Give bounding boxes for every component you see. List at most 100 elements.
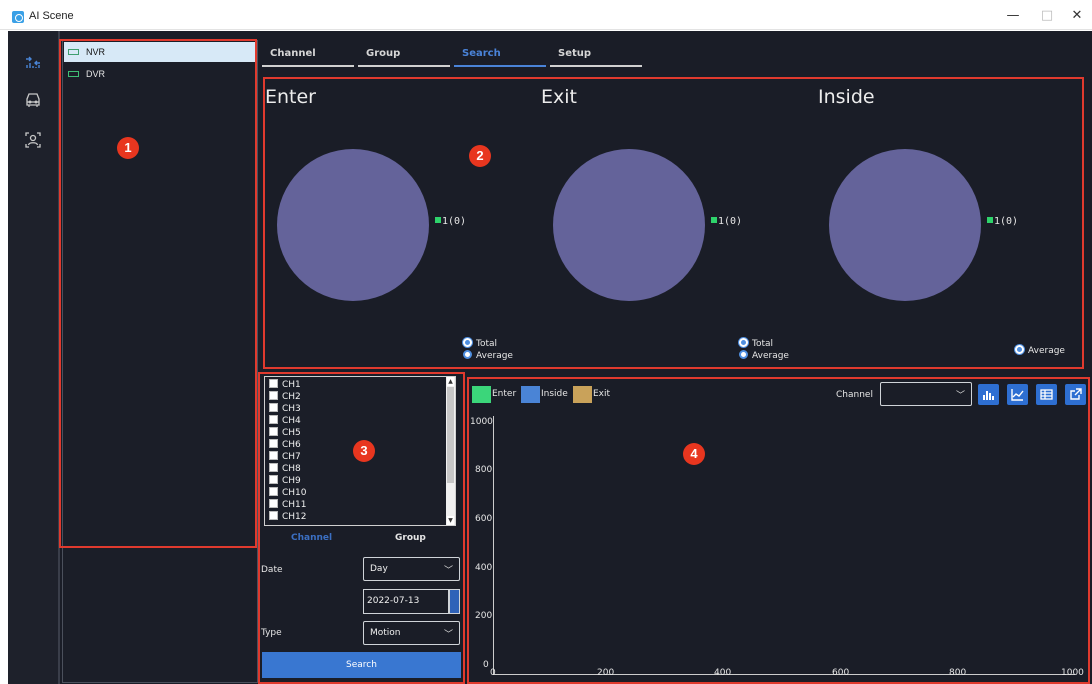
export-button[interactable] <box>1065 384 1086 405</box>
date-mode-select[interactable]: Day ﹀ <box>363 557 460 581</box>
channel-item[interactable]: CH7 <box>269 451 301 463</box>
y-tick: 400 <box>475 563 493 573</box>
stats-title-inside: Inside <box>818 86 875 108</box>
device-item-dvr[interactable]: DVR <box>64 64 256 84</box>
marker-2: 2 <box>469 145 491 167</box>
minimize-button[interactable]: — <box>1004 8 1022 24</box>
y-tick: 200 <box>475 611 493 621</box>
search-button[interactable]: Search <box>262 652 461 678</box>
y-tick: 800 <box>475 465 493 475</box>
app-logo-icon <box>12 11 24 23</box>
chevron-down-icon: ﹀ <box>955 391 965 401</box>
channel-item[interactable]: CH12 <box>269 511 307 523</box>
main-tabs: Channel Group Search Setup <box>262 45 642 67</box>
chart-legend-exit: Exit <box>573 386 610 403</box>
tab-setup[interactable]: Setup <box>550 45 642 67</box>
device-tree: NVR DVR <box>62 40 258 683</box>
y-tick: 1000 <box>470 417 493 427</box>
chart-channel-label: Channel <box>836 390 873 400</box>
device-label: DVR <box>86 69 106 79</box>
left-icon-bar <box>8 31 58 684</box>
date-input[interactable]: 2022-07-13 <box>363 589 449 614</box>
bar-chart-button[interactable] <box>978 384 999 405</box>
x-tick: 200 <box>597 668 615 678</box>
chart-x-axis <box>493 674 1075 675</box>
date-label: Date <box>261 565 283 575</box>
left-separator <box>58 31 60 684</box>
pie-legend-exit: 1(0) <box>711 216 742 227</box>
recorder-icon <box>68 71 79 77</box>
highlight-box-4 <box>467 377 1090 684</box>
pie-chart-inside <box>829 149 981 301</box>
type-value: Motion <box>370 628 401 638</box>
x-tick: 800 <box>949 668 967 678</box>
table-button[interactable] <box>1036 384 1057 405</box>
line-chart-button[interactable] <box>1007 384 1028 405</box>
tab-search[interactable]: Search <box>454 45 546 67</box>
channel-item[interactable]: CH4 <box>269 415 301 427</box>
marker-3: 3 <box>353 440 375 462</box>
x-tick: 600 <box>832 668 850 678</box>
marker-1: 1 <box>117 137 139 159</box>
channel-item[interactable]: CH9 <box>269 475 301 487</box>
radio-exit-total[interactable]: Total <box>739 338 773 349</box>
chart-y-axis <box>493 416 494 674</box>
people-count-icon[interactable] <box>24 53 42 71</box>
type-select[interactable]: Motion ﹀ <box>363 621 460 645</box>
export-icon <box>1070 388 1082 400</box>
x-tick: 1000 <box>1061 668 1084 678</box>
window-titlebar: AI Scene — □ ✕ <box>0 0 1092 30</box>
x-tick: 0 <box>490 668 496 678</box>
channel-item[interactable]: CH8 <box>269 463 301 475</box>
date-mode-value: Day <box>370 564 388 574</box>
channel-item[interactable]: CH3 <box>269 403 301 415</box>
app-body: NVR DVR Channel Group Search Setup Enter… <box>8 31 1092 684</box>
chart-channel-select[interactable]: ﹀ <box>880 382 972 406</box>
chart-legend-enter: Enter <box>472 386 516 403</box>
radio-enter-average[interactable]: Average <box>463 350 513 361</box>
scroll-down-icon[interactable]: ▼ <box>447 516 454 525</box>
stats-title-enter: Enter <box>265 86 316 108</box>
radio-enter-total[interactable]: Total <box>463 338 497 349</box>
stats-title-exit: Exit <box>541 86 577 108</box>
pie-legend-enter: 1(0) <box>435 216 466 227</box>
chevron-down-icon: ﹀ <box>443 630 453 640</box>
window-title: AI Scene <box>29 10 74 22</box>
close-button[interactable]: ✕ <box>1068 8 1086 24</box>
scroll-up-icon[interactable]: ▲ <box>447 377 454 386</box>
device-label: NVR <box>86 47 106 57</box>
channel-item[interactable]: CH11 <box>269 499 307 511</box>
channel-item[interactable]: CH1 <box>269 379 301 391</box>
channel-list-scrollbar[interactable]: ▲ ▼ <box>446 377 455 525</box>
pie-chart-enter <box>277 149 429 301</box>
line-chart-icon <box>1011 389 1024 401</box>
table-icon <box>1040 389 1053 400</box>
channel-item[interactable]: CH10 <box>269 487 307 499</box>
tab-group[interactable]: Group <box>358 45 450 67</box>
type-label: Type <box>261 628 282 638</box>
device-item-nvr[interactable]: NVR <box>64 42 256 62</box>
pie-chart-exit <box>553 149 705 301</box>
face-scan-icon[interactable] <box>24 131 42 149</box>
calendar-button[interactable] <box>449 589 460 614</box>
bar-chart-icon <box>983 391 994 400</box>
radio-inside-average[interactable]: Average <box>1015 345 1065 356</box>
chevron-down-icon: ﹀ <box>443 566 453 576</box>
marker-4: 4 <box>683 443 705 465</box>
car-icon[interactable] <box>24 91 42 109</box>
tab-channel[interactable]: Channel <box>262 45 354 67</box>
y-tick: 600 <box>475 514 493 524</box>
channel-item[interactable]: CH6 <box>269 439 301 451</box>
subtab-channel[interactable]: Channel <box>291 533 332 543</box>
channel-item[interactable]: CH5 <box>269 427 301 439</box>
chart-legend-inside: Inside <box>521 386 568 403</box>
recorder-icon <box>68 49 79 55</box>
subtab-group[interactable]: Group <box>395 533 426 543</box>
x-tick: 400 <box>714 668 732 678</box>
y-tick: 0 <box>483 660 489 670</box>
pie-legend-inside: 1(0) <box>987 216 1018 227</box>
radio-exit-average[interactable]: Average <box>739 350 789 361</box>
maximize-button[interactable]: □ <box>1038 8 1056 24</box>
channel-item[interactable]: CH2 <box>269 391 301 403</box>
scroll-thumb[interactable] <box>447 387 454 483</box>
